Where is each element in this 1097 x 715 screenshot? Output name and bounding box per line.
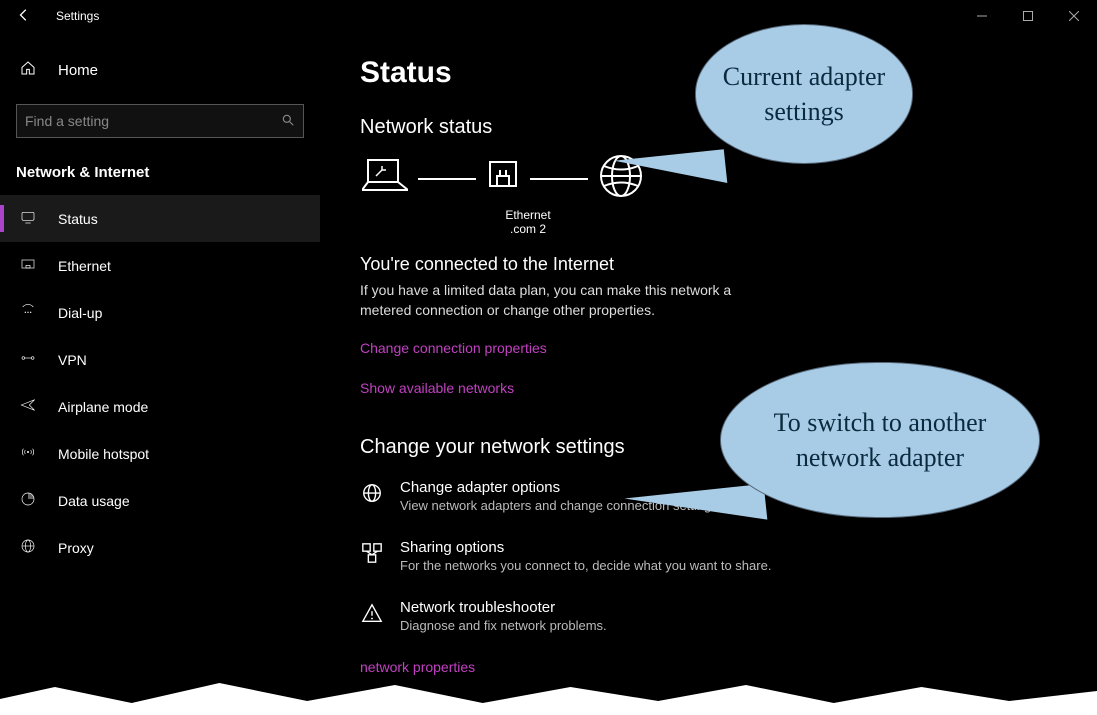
airplane-icon bbox=[20, 397, 44, 416]
window-buttons bbox=[959, 0, 1097, 32]
adapter-name: Ethernet bbox=[468, 208, 588, 222]
change-connection-properties-link[interactable]: Change connection properties bbox=[360, 340, 1057, 356]
network-troubleshooter[interactable]: Network troubleshooter Diagnose and fix … bbox=[360, 599, 1057, 633]
sidebar-item-label: Data usage bbox=[58, 493, 130, 509]
sidebar: Home Find a setting Network & Internet S… bbox=[0, 32, 320, 715]
status-icon bbox=[20, 209, 44, 228]
main-panel: Status Network status Ethernet .com 2 Yo… bbox=[320, 32, 1097, 715]
sidebar-item-label: Dial-up bbox=[58, 305, 102, 321]
sidebar-item-label: Proxy bbox=[58, 540, 94, 556]
search-icon bbox=[281, 113, 295, 130]
adapter-sub: .com 2 bbox=[468, 222, 588, 236]
minimize-button[interactable] bbox=[959, 0, 1005, 32]
proxy-icon bbox=[20, 538, 44, 557]
option-title: Sharing options bbox=[400, 539, 771, 556]
dialup-icon bbox=[20, 303, 44, 322]
sidebar-item-proxy[interactable]: Proxy bbox=[0, 524, 320, 571]
sidebar-item-label: Mobile hotspot bbox=[58, 446, 149, 462]
sidebar-item-dialup[interactable]: Dial-up bbox=[0, 289, 320, 336]
sharing-icon bbox=[360, 541, 384, 565]
sidebar-item-status[interactable]: Status bbox=[0, 195, 320, 242]
section-title: Network & Internet bbox=[0, 156, 320, 195]
callout-switch-adapter: To switch to another network adapter bbox=[720, 362, 1040, 518]
home-button[interactable]: Home bbox=[0, 48, 320, 92]
laptop-icon bbox=[362, 156, 408, 201]
callout-current-adapter: Current adapter settings bbox=[695, 24, 913, 164]
adapter-label: Ethernet .com 2 bbox=[468, 208, 588, 236]
maximize-button[interactable] bbox=[1005, 0, 1051, 32]
back-button[interactable] bbox=[8, 8, 40, 25]
search-placeholder: Find a setting bbox=[25, 113, 281, 129]
connected-heading: You're connected to the Internet bbox=[360, 254, 1057, 275]
window-title: Settings bbox=[56, 9, 99, 23]
sidebar-item-hotspot[interactable]: Mobile hotspot bbox=[0, 430, 320, 477]
sidebar-item-label: VPN bbox=[58, 352, 87, 368]
view-network-properties-link[interactable]: network properties bbox=[360, 659, 1057, 675]
title-bar: Settings bbox=[0, 0, 1097, 32]
adapter-icon bbox=[486, 156, 520, 201]
datausage-icon bbox=[20, 491, 44, 510]
option-title: Network troubleshooter bbox=[400, 599, 607, 616]
connected-description: If you have a limited data plan, you can… bbox=[360, 281, 770, 320]
warning-icon bbox=[360, 601, 384, 625]
sidebar-item-label: Ethernet bbox=[58, 258, 111, 274]
vpn-icon bbox=[20, 350, 44, 369]
home-label: Home bbox=[58, 62, 98, 79]
sidebar-item-datausage[interactable]: Data usage bbox=[0, 477, 320, 524]
diagram-line bbox=[418, 178, 476, 180]
sidebar-item-label: Airplane mode bbox=[58, 399, 148, 415]
sidebar-item-vpn[interactable]: VPN bbox=[0, 336, 320, 383]
sidebar-item-airplane[interactable]: Airplane mode bbox=[0, 383, 320, 430]
home-icon bbox=[20, 60, 44, 80]
search-input[interactable]: Find a setting bbox=[16, 104, 304, 138]
option-desc: For the networks you connect to, decide … bbox=[400, 558, 771, 573]
sidebar-item-ethernet[interactable]: Ethernet bbox=[0, 242, 320, 289]
sharing-options[interactable]: Sharing options For the networks you con… bbox=[360, 539, 1057, 573]
close-button[interactable] bbox=[1051, 0, 1097, 32]
option-desc: Diagnose and fix network problems. bbox=[400, 618, 607, 633]
globe-icon bbox=[360, 481, 384, 505]
ethernet-icon bbox=[20, 256, 44, 275]
sidebar-item-label: Status bbox=[58, 211, 98, 227]
hotspot-icon bbox=[20, 444, 44, 463]
